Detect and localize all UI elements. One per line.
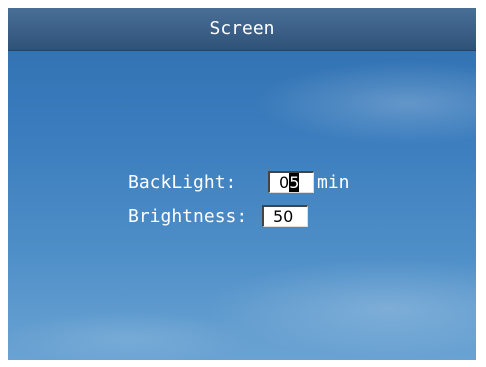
backlight-value-prefix: 0 — [279, 173, 290, 192]
device-frame: Screen BackLight: 05 min Brightness: 50 — [0, 0, 486, 367]
window-title: Screen — [209, 18, 275, 39]
title-bar: Screen — [8, 8, 476, 51]
backlight-label: BackLight: — [128, 171, 237, 193]
backlight-input[interactable]: 05 — [268, 171, 314, 193]
backlight-row: BackLight: 05 min — [128, 169, 350, 195]
brightness-row: Brightness: 50 — [128, 203, 311, 229]
text-cursor: 5 — [289, 173, 300, 192]
brightness-label: Brightness: — [128, 205, 248, 227]
backlight-unit: min — [317, 171, 350, 193]
brightness-input[interactable]: 50 — [262, 205, 308, 227]
screen-area: Screen BackLight: 05 min Brightness: 50 — [8, 8, 476, 360]
